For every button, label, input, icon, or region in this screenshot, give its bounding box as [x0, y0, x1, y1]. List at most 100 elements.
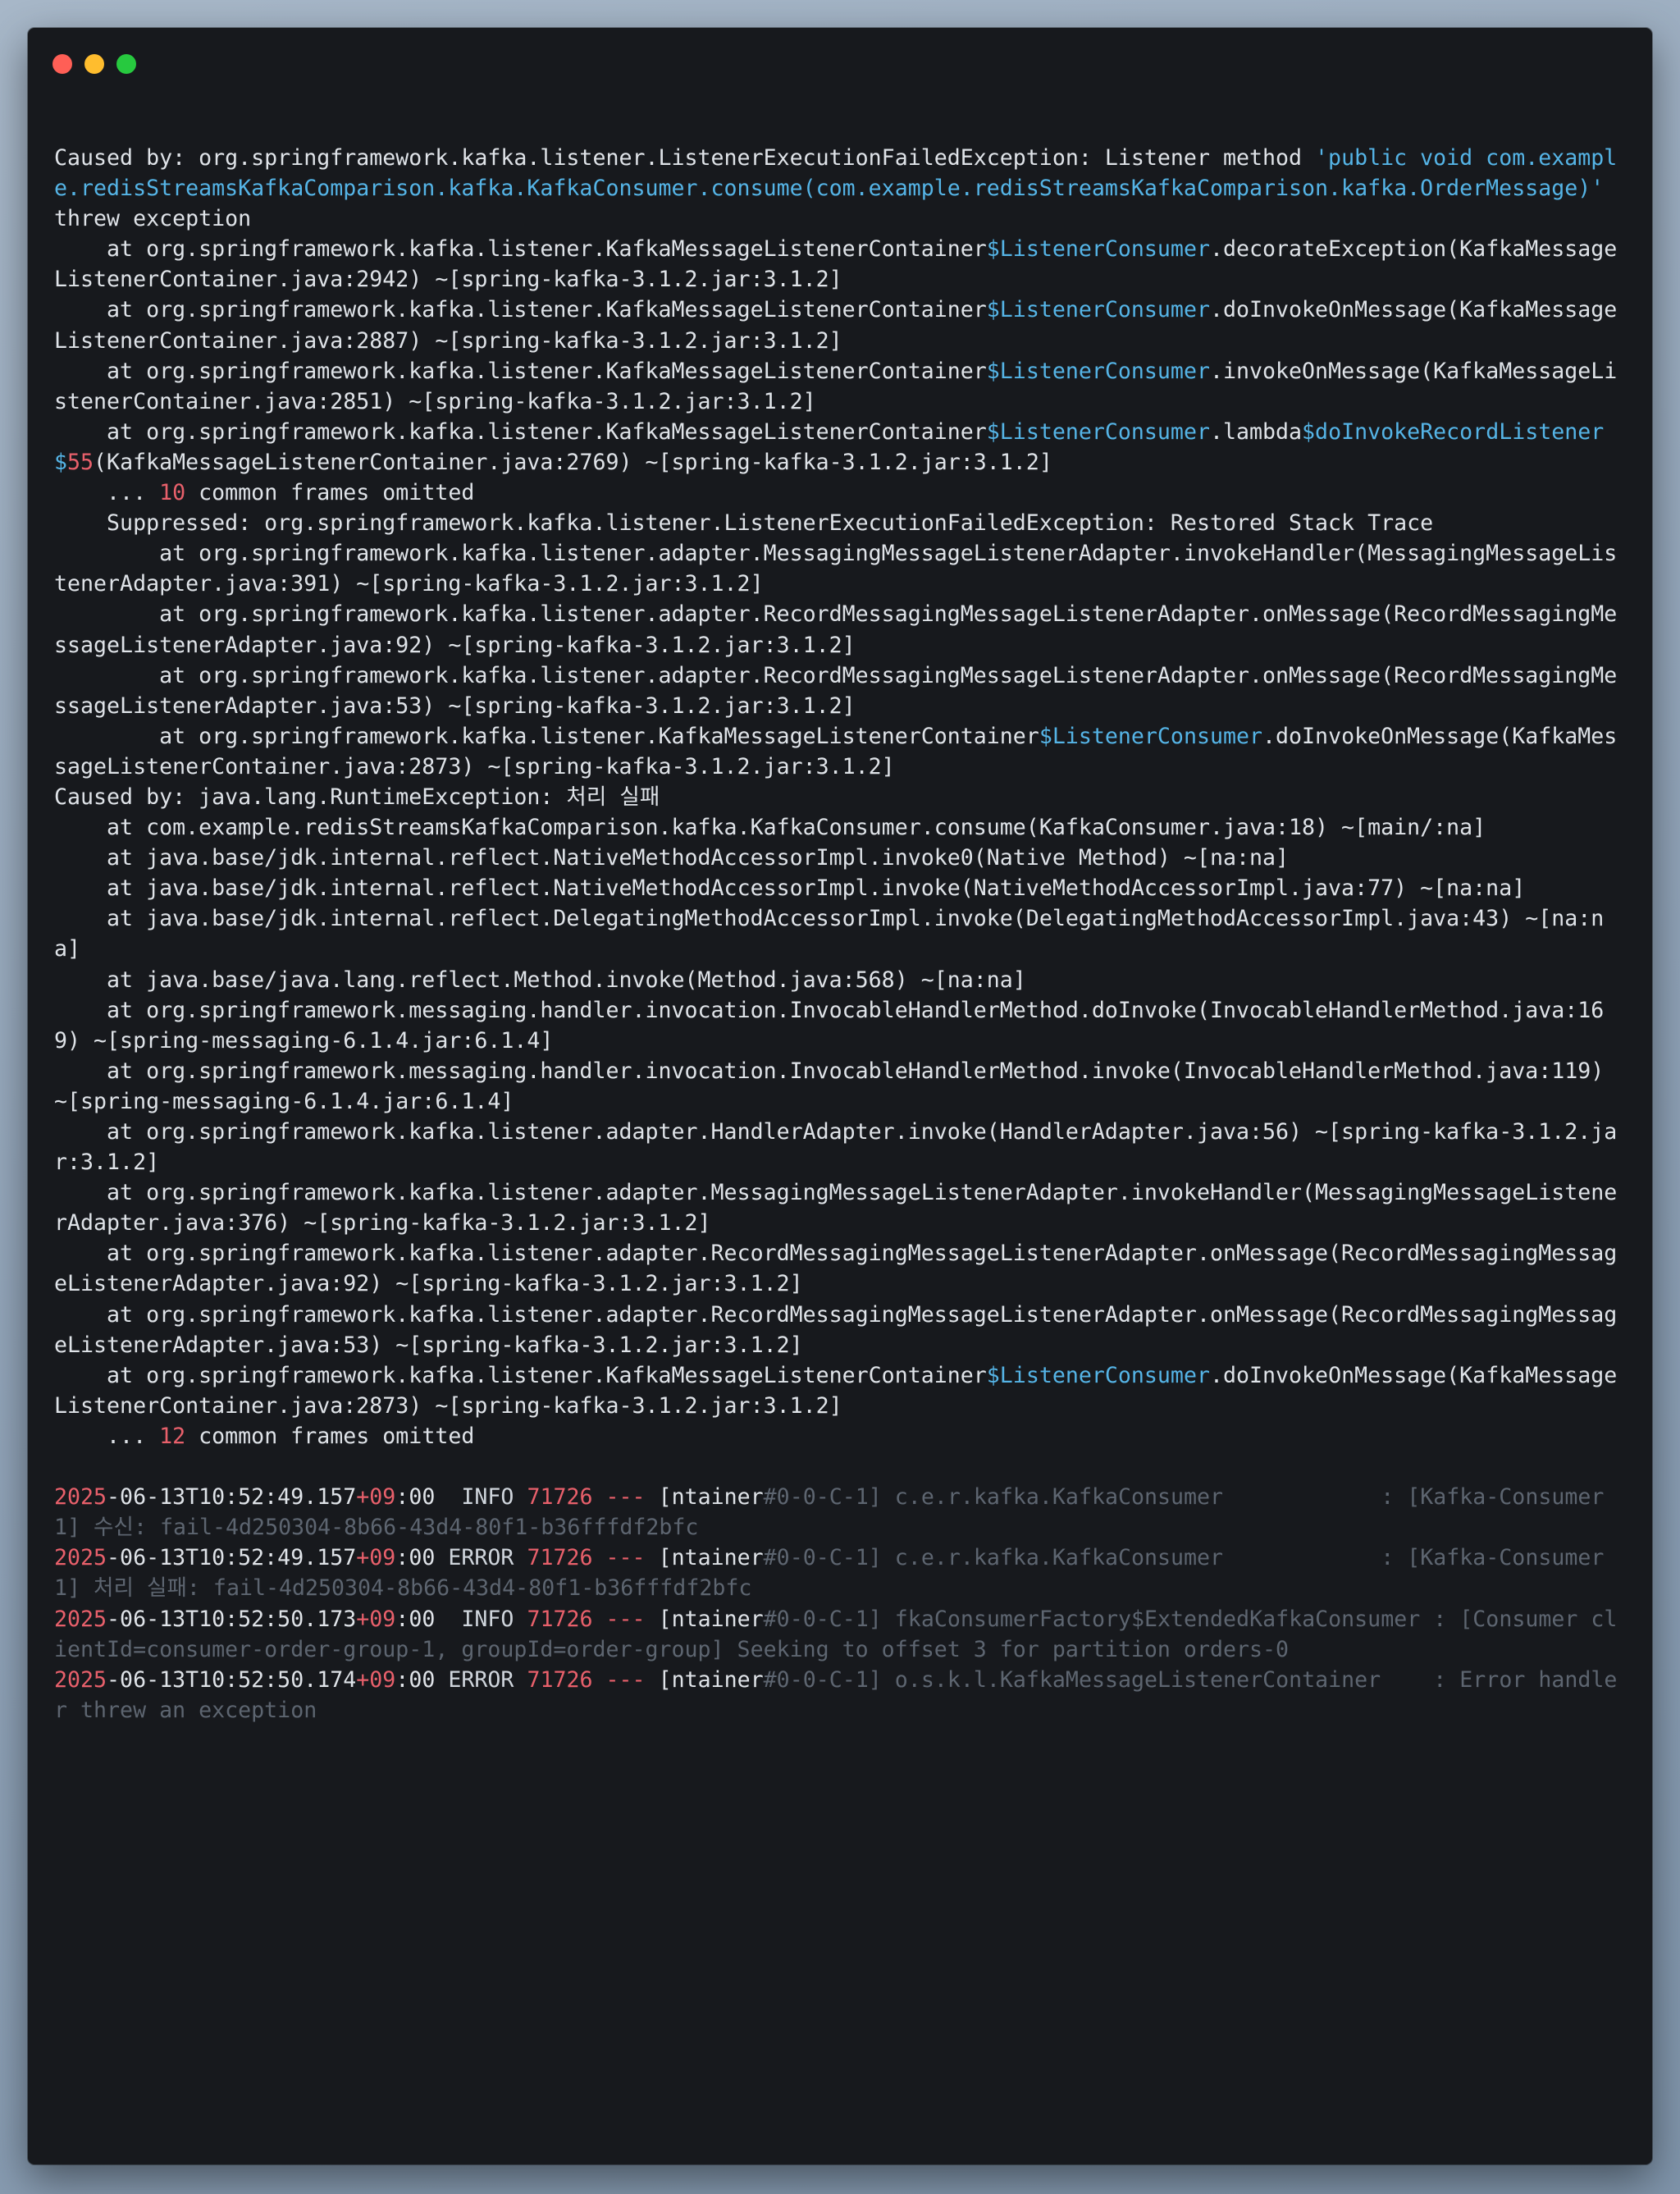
log-logger: o.s.k.l.KafkaMessageListenerContainer	[881, 1666, 1381, 1693]
log-tz-sign: +	[356, 1606, 370, 1632]
trace-segment: Caused by: org.springframework.kafka.lis…	[54, 145, 1316, 171]
stack-trace-output: Caused by: org.springframework.kafka.lis…	[54, 143, 1629, 1725]
log-tz-hours: 09	[369, 1484, 396, 1511]
log-thread: [ntainer	[658, 1484, 764, 1511]
trace-segment: at org.springframework.kafka.listener.ad…	[54, 1180, 1618, 1236]
log-tz-minutes: :00	[395, 1666, 436, 1693]
log-colon: :	[1223, 1545, 1408, 1571]
log-level: ERROR	[435, 1666, 514, 1693]
trace-line: at org.springframework.kafka.listener.ad…	[54, 1238, 1629, 1299]
trace-line: at org.springframework.kafka.listener.ad…	[54, 538, 1629, 599]
log-space	[514, 1545, 527, 1570]
log-pid: 71726	[527, 1545, 593, 1571]
log-tz-sign: +	[356, 1484, 370, 1511]
log-timestamp: -06-13T10:52:50.173	[107, 1606, 357, 1632]
log-thread-id: #0-0-C-1]	[763, 1606, 882, 1632]
trace-segment: $ListenerConsumer	[986, 418, 1210, 445]
log-space	[514, 1607, 527, 1632]
log-space	[514, 1667, 527, 1693]
log-colon: :	[1381, 1666, 1460, 1693]
trace-segment: $ListenerConsumer	[986, 1362, 1210, 1388]
trace-segment: (KafkaMessageListenerContainer.java:2769…	[94, 449, 1052, 475]
trace-line: at java.base/java.lang.reflect.Method.in…	[54, 965, 1629, 995]
trace-segment: at org.springframework.kafka.listener.ad…	[54, 1301, 1618, 1358]
trace-segment: Caused by: java.lang.RuntimeException: 처…	[54, 784, 660, 810]
trace-segment: at java.base/jdk.internal.reflect.Delega…	[54, 906, 1605, 962]
log-tz-minutes: :00	[395, 1484, 436, 1511]
trace-line: at java.base/jdk.internal.reflect.Native…	[54, 843, 1629, 873]
log-level: ERROR	[435, 1545, 514, 1571]
trace-segment: ...	[54, 1423, 160, 1449]
log-date-year: 2025	[54, 1484, 107, 1511]
log-logger: c.e.r.kafka.KafkaConsumer	[881, 1484, 1224, 1511]
trace-segment: at org.springframework.kafka.listener.ad…	[54, 1241, 1618, 1297]
log-colon: :	[1223, 1484, 1408, 1511]
log-tz-sign: +	[356, 1666, 370, 1693]
close-button[interactable]	[52, 54, 72, 74]
trace-line: at org.springframework.kafka.listener.Ka…	[54, 1360, 1629, 1421]
log-timestamp: -06-13T10:52:49.157	[107, 1545, 357, 1571]
trace-line: at org.springframework.kafka.listener.Ka…	[54, 234, 1629, 295]
trace-line: Caused by: org.springframework.kafka.lis…	[54, 143, 1629, 234]
log-colon: :	[1420, 1606, 1460, 1632]
trace-segment: $ListenerConsumer	[986, 236, 1210, 263]
trace-line: Caused by: java.lang.RuntimeException: 처…	[54, 782, 1629, 812]
trace-line: at com.example.redisStreamsKafkaComparis…	[54, 812, 1629, 843]
log-thread-id: #0-0-C-1]	[763, 1545, 882, 1571]
log-separator: ---	[592, 1545, 659, 1571]
trace-segment: common frames omitted	[185, 1423, 475, 1449]
log-separator: ---	[592, 1666, 659, 1693]
trace-segment: .lambda	[1209, 418, 1303, 445]
log-timestamp: -06-13T10:52:49.157	[107, 1484, 357, 1511]
log-line: 2025-06-13T10:52:50.174+09:00 ERROR 7172…	[54, 1665, 1629, 1725]
log-tz-hours: 09	[369, 1545, 396, 1571]
trace-segment: $ListenerConsumer	[986, 297, 1210, 323]
trace-segment: at java.base/jdk.internal.reflect.Native…	[54, 845, 1290, 871]
minimize-button[interactable]	[84, 54, 104, 74]
trace-segment: 55	[67, 449, 94, 475]
trace-line: at java.base/jdk.internal.reflect.Delega…	[54, 903, 1629, 964]
trace-segment: at org.springframework.kafka.listener.Ka…	[54, 297, 987, 323]
log-level: INFO	[435, 1606, 514, 1632]
log-separator: ---	[592, 1484, 659, 1511]
trace-line: at org.springframework.kafka.listener.Ka…	[54, 417, 1629, 478]
trace-segment: at org.springframework.kafka.listener.ad…	[54, 1119, 1618, 1176]
log-pid: 71726	[527, 1606, 593, 1632]
log-tz-hours: 09	[369, 1606, 396, 1632]
trace-line: at org.springframework.kafka.listener.ad…	[54, 660, 1629, 721]
log-logger: fkaConsumerFactory$ExtendedKafkaConsumer	[881, 1606, 1421, 1632]
trace-segment: at org.springframework.kafka.listener.Ka…	[54, 723, 1039, 749]
terminal-window: Caused by: org.springframework.kafka.lis…	[28, 28, 1652, 2164]
trace-segment: 10	[159, 480, 186, 506]
log-date-year: 2025	[54, 1606, 107, 1632]
trace-segment: $ListenerConsumer	[1039, 723, 1263, 749]
trace-line: at org.springframework.kafka.listener.Ka…	[54, 356, 1629, 417]
trace-segment: common frames omitted	[185, 480, 475, 506]
log-pid: 71726	[527, 1484, 593, 1511]
maximize-button[interactable]	[116, 54, 136, 74]
trace-segment: at org.springframework.messaging.handler…	[54, 1058, 1618, 1114]
trace-segment: at org.springframework.kafka.listener.Ka…	[54, 1362, 987, 1388]
trace-segment: at org.springframework.kafka.listener.ad…	[54, 662, 1618, 719]
trace-segment: at org.springframework.kafka.listener.ad…	[54, 601, 1618, 658]
trace-line: ... 12 common frames omitted	[54, 1421, 1629, 1451]
trace-segment: at org.springframework.kafka.listener.Ka…	[54, 358, 987, 384]
trace-segment: ...	[54, 480, 160, 506]
log-level: INFO	[435, 1484, 514, 1511]
window-controls	[52, 54, 136, 74]
trace-line: at org.springframework.messaging.handler…	[54, 1056, 1629, 1117]
trace-line: at org.springframework.kafka.listener.ad…	[54, 599, 1629, 660]
trace-line: at org.springframework.kafka.listener.Ka…	[54, 721, 1629, 782]
log-tz-sign: +	[356, 1545, 370, 1571]
log-date-year: 2025	[54, 1545, 107, 1571]
trace-line: at org.springframework.kafka.listener.ad…	[54, 1177, 1629, 1238]
trace-segment: at com.example.redisStreamsKafkaComparis…	[54, 815, 1486, 841]
log-date-year: 2025	[54, 1666, 107, 1693]
trace-segment: 12	[159, 1423, 186, 1449]
trace-segment: at org.springframework.kafka.listener.Ka…	[54, 418, 987, 445]
log-thread-id: #0-0-C-1]	[763, 1484, 882, 1511]
log-timestamp: -06-13T10:52:50.174	[107, 1666, 357, 1693]
log-tz-minutes: :00	[395, 1545, 436, 1571]
trace-segment: at org.springframework.messaging.handler…	[54, 997, 1605, 1054]
